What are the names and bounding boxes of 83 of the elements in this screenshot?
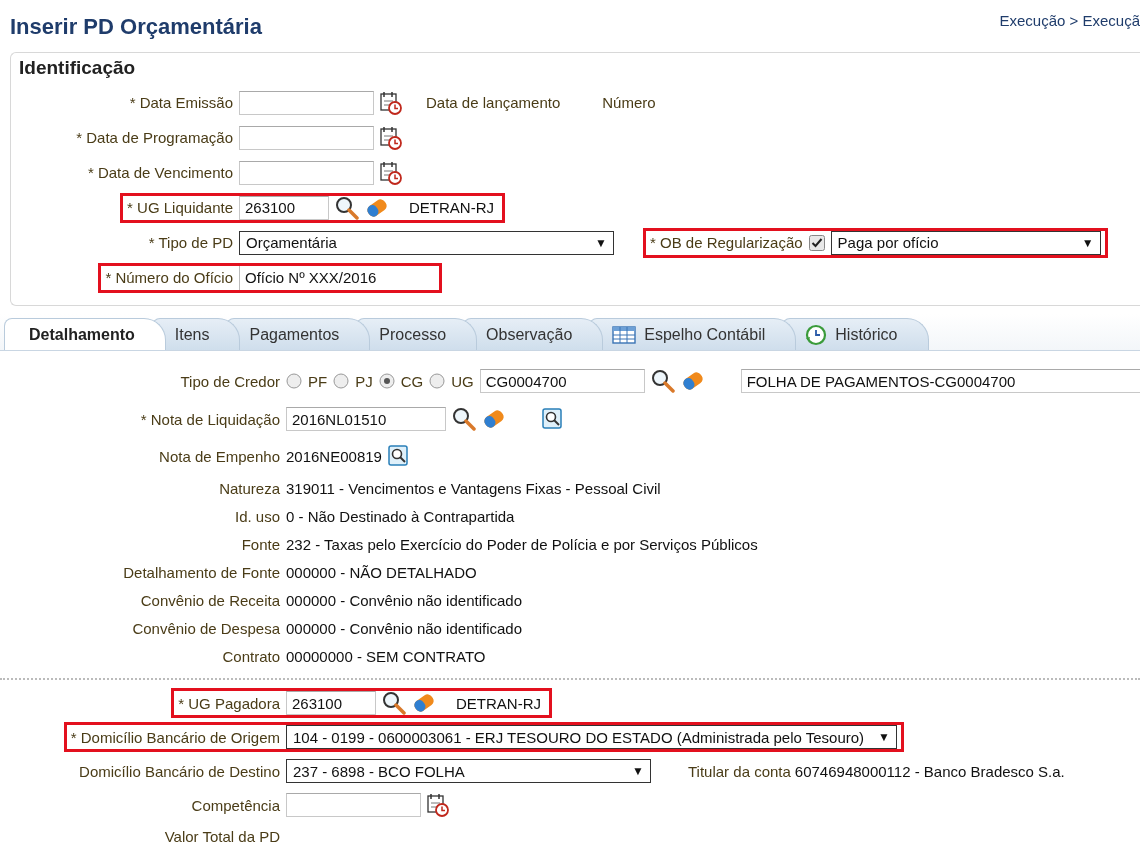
field-value: 60746948000112 - Banco Bradesco S.a. [794,762,1065,780]
calendar-icon [380,160,402,185]
field-value: 00000000 - SEM CONTRATO [286,647,486,665]
tab[interactable]: Detalhamento [4,318,166,350]
calendar-icon [427,793,449,817]
field-label: * UG Pagadora [178,694,280,712]
field-value: 2016NE00819 [286,447,382,465]
field-label: * Data de Programação [76,129,233,146]
dropdown-arrow[interactable]: ▼ [878,730,890,744]
field-label: Detalhamento de Fonte [123,563,280,581]
field-label: Nota de Empenho [159,447,280,465]
field-value: 0 - Não Destinado à Contrapartida [286,507,515,525]
dropdown-arrow[interactable]: ▼ [595,235,607,250]
field-label: * Tipo de PD [148,234,233,251]
field-label: Contrato [222,647,280,665]
radio-button[interactable] [286,373,302,389]
field-label: * Domicílio Bancário de Origem [70,728,280,746]
field-label: * Nota de Liquidação [140,410,280,428]
field-value: 000000 - NÃO DETALHADO [286,563,477,581]
page-title: Inserir PD Orçamentária [10,14,262,40]
field-label: * OB de Regularização [650,234,803,251]
dropdown-arrow[interactable]: ▼ [632,764,644,778]
table-icon [612,325,637,344]
code-field[interactable]: CG0004700 [479,369,645,393]
field-label: * Data de Vencimento [87,164,233,181]
radio-button[interactable] [429,373,446,389]
document-search-icon[interactable] [387,445,410,467]
select-field[interactable]: 237 - 6898 - BCO FOLHA ▼ [286,759,651,783]
field-label: Número [602,94,656,111]
select-field[interactable]: 104 - 0199 - 0600003061 - ERJ TESOURO DO ESTADO (Administrada pelo Tesouro) ▼ [286,725,897,749]
field-value: 232 - Taxas pelo Exercício do Poder de Polícia e por Serviços Públicos [286,535,758,553]
option-label: CG [400,372,424,390]
search-icon[interactable] [650,369,675,393]
search-icon[interactable] [335,195,359,220]
description-field[interactable]: FOLHA DE PAGAMENTOS-CG0004700 [740,369,1140,393]
option-label: UG [451,372,474,390]
date-field[interactable] [239,90,374,115]
select-field[interactable]: Paga por ofício ▼ [830,230,1101,255]
radio-button[interactable] [378,373,395,389]
option-label: PF [308,372,328,390]
field-label: Convênio de Despesa [132,619,280,637]
search-icon[interactable] [452,407,476,431]
breadcrumb[interactable]: Execução > Execuçã [999,12,1140,29]
select-field[interactable]: Orçamentária ▼ [239,230,614,255]
field-value: 000000 - Convênio não identificado [286,591,522,609]
office-number-field[interactable]: Ofício Nº XXX/2016 [239,265,435,290]
checkbox[interactable] [808,234,825,251]
select-value: Orçamentária [246,234,337,251]
code-field[interactable]: 263100 [286,691,376,715]
field-label: Valor Total da PD [164,827,280,845]
search-icon[interactable] [382,691,406,715]
section-heading: Identificação [19,57,137,79]
radio-button[interactable] [333,373,350,389]
dropdown-arrow[interactable]: ▼ [1081,235,1094,250]
select-value: 104 - 0199 - 0600003061 - ERJ TESOURO DO ESTADO (Administrada pelo Tesouro) [293,728,865,746]
date-field[interactable] [239,160,374,185]
field-label: * Número do Ofício [105,269,233,286]
field-label: Id. uso [234,507,280,525]
select-value: Paga por ofício [837,234,939,251]
field-label: Convênio de Receita [140,591,280,609]
code-field[interactable]: 2016NL01510 [286,407,446,431]
field-value: 000000 - Convênio não identificado [286,619,522,637]
calendar-icon [380,90,402,115]
field-label: Natureza [219,479,280,497]
date-field[interactable] [286,793,421,817]
document-search-icon[interactable] [542,408,564,430]
field-label: Fonte [241,535,280,553]
calendar-icon [380,125,402,150]
select-value: 237 - 6898 - BCO FOLHA [293,762,465,780]
option-label: PJ [355,372,373,390]
field-label: * Data Emissão [129,94,233,111]
description-text: DETRAN-RJ [409,199,494,216]
field-label: Data de lançamento [426,94,561,111]
field-value: 319011 - Vencimentos e Vantagens Fixas - Pessoal Civil [286,479,661,497]
field-label: Tipo de Credor [180,372,280,390]
field-label: Titular da conta [688,762,791,780]
field-label: * UG Liquidante [127,199,233,216]
code-field[interactable]: 263100 [239,195,329,220]
clock-icon [805,323,828,346]
description-text: DETRAN-RJ [456,694,541,712]
date-field[interactable] [239,125,374,150]
field-label: Competência [191,796,280,814]
field-label: Domicílio Bancário de Destino [79,762,280,780]
